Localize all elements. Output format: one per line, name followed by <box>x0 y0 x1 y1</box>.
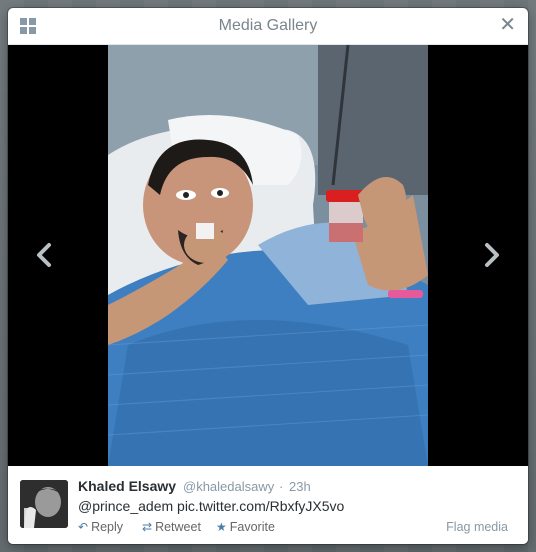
tweet-author-name[interactable]: Khaled Elsawy <box>78 478 176 494</box>
close-icon[interactable]: ✕ <box>499 14 516 36</box>
chevron-right-icon[interactable] <box>476 240 506 270</box>
modal-title: Media Gallery <box>218 17 318 34</box>
media-viewer <box>8 45 528 466</box>
reply-label: Reply <box>91 520 124 534</box>
modal-header: Media Gallery ✕ <box>8 8 528 45</box>
chevron-left-icon[interactable] <box>30 240 60 270</box>
tweet-timestamp[interactable]: 23h <box>289 479 311 494</box>
tweet-details: Khaled Elsawy @khaledalsawy · 23h @princ… <box>8 466 528 544</box>
retweet-button[interactable]: ⇄ Retweet <box>142 520 201 534</box>
avatar[interactable] <box>20 480 68 528</box>
tweet-photo <box>108 45 428 466</box>
meta-separator: · <box>279 479 284 494</box>
tweet-text: @prince_adem pic.twitter.com/RbxfyJX5vo <box>78 498 345 514</box>
flag-media-link[interactable]: Flag media <box>446 520 508 534</box>
favorite-button[interactable]: ★ Favorite <box>216 520 275 534</box>
favorite-label: Favorite <box>229 520 275 534</box>
tweet-author-handle[interactable]: @khaledalsawy <box>183 479 274 494</box>
reply-button[interactable]: ↶ Reply <box>78 520 123 534</box>
retweet-icon: ⇄ <box>142 520 153 534</box>
retweet-label: Retweet <box>155 520 201 534</box>
media-gallery-modal: Media Gallery ✕ Khaled Elsawy @khaledals… <box>8 8 528 544</box>
star-icon: ★ <box>216 520 227 534</box>
reply-icon: ↶ <box>78 520 89 534</box>
